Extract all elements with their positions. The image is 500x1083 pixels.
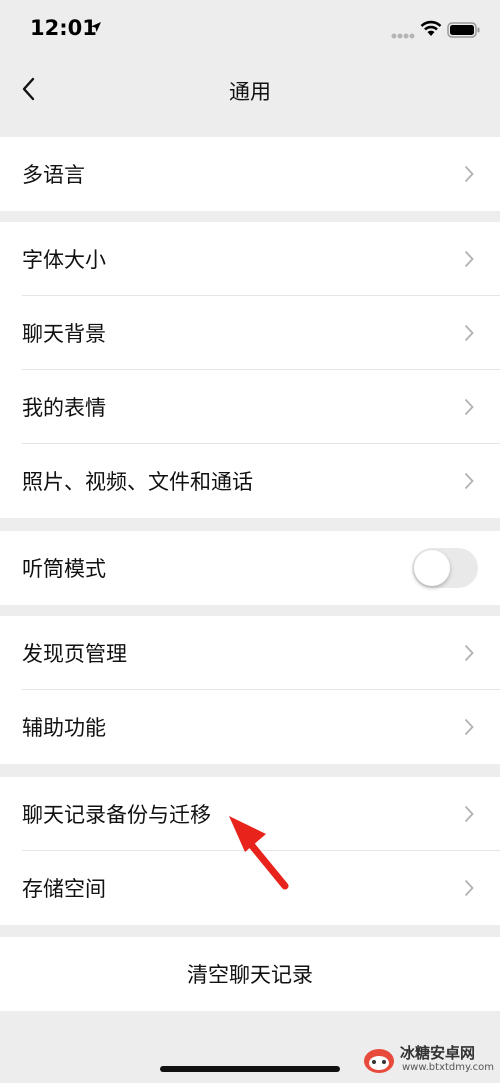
wifi-icon [420,20,442,36]
cellular-signal-icon [391,33,415,39]
status-bar: 12:01 [0,0,500,60]
chevron-right-icon [464,644,474,662]
row-label: 辅助功能 [22,716,106,740]
location-arrow-icon [91,22,101,32]
home-indicator[interactable] [160,1066,340,1072]
row-label: 字体大小 [22,248,106,272]
settings-row-accessibility[interactable]: 辅助功能 [0,690,500,764]
chevron-right-icon [464,324,474,342]
settings-group-earpiece: 听筒模式 [0,531,500,605]
watermark-name: 冰糖安卓网 [400,1044,476,1062]
settings-row-discover-management[interactable]: 发现页管理 [0,616,500,690]
chevron-right-icon [464,718,474,736]
chevron-right-icon [464,879,474,897]
row-label: 多语言 [22,163,85,187]
row-label: 发现页管理 [22,642,127,666]
settings-row-language[interactable]: 多语言 [0,137,500,211]
settings-group-language: 多语言 [0,137,500,211]
settings-row-earpiece-mode: 听筒模式 [0,531,500,605]
settings-group-discover: 发现页管理 辅助功能 [0,616,500,764]
settings-row-my-stickers[interactable]: 我的表情 [0,370,500,444]
red-annotation-arrow-icon [229,816,289,890]
settings-group-display: 字体大小 聊天背景 我的表情 照片、视频、文件和通话 [0,222,500,518]
earpiece-mode-toggle[interactable] [412,548,478,588]
chevron-right-icon [464,805,474,823]
page-title: 通用 [229,80,271,104]
chevron-right-icon [464,165,474,183]
row-label: 聊天记录备份与迁移 [22,803,211,827]
toggle-knob [414,550,450,586]
settings-row-media-files-calls[interactable]: 照片、视频、文件和通话 [0,444,500,518]
chevron-right-icon [464,398,474,416]
watermark: 冰糖安卓网 www.btxtdmy.com [362,1040,498,1080]
clear-chat-history-label: 清空聊天记录 [187,963,313,987]
clear-chat-history-button[interactable]: 清空聊天记录 [0,937,500,1011]
status-time: 12:01 [30,16,97,40]
chevron-right-icon [464,250,474,268]
row-label: 照片、视频、文件和通话 [22,470,253,494]
row-label: 听筒模式 [22,557,106,581]
battery-icon [447,22,480,38]
row-label: 存储空间 [22,877,106,901]
watermark-logo-icon [364,1049,394,1073]
watermark-url: www.btxtdmy.com [402,1062,495,1073]
settings-row-font-size[interactable]: 字体大小 [0,222,500,296]
nav-bar: 通用 [0,60,500,118]
row-label: 我的表情 [22,396,106,420]
settings-row-chat-background[interactable]: 聊天背景 [0,296,500,370]
row-label: 聊天背景 [22,322,106,346]
chevron-right-icon [464,472,474,490]
